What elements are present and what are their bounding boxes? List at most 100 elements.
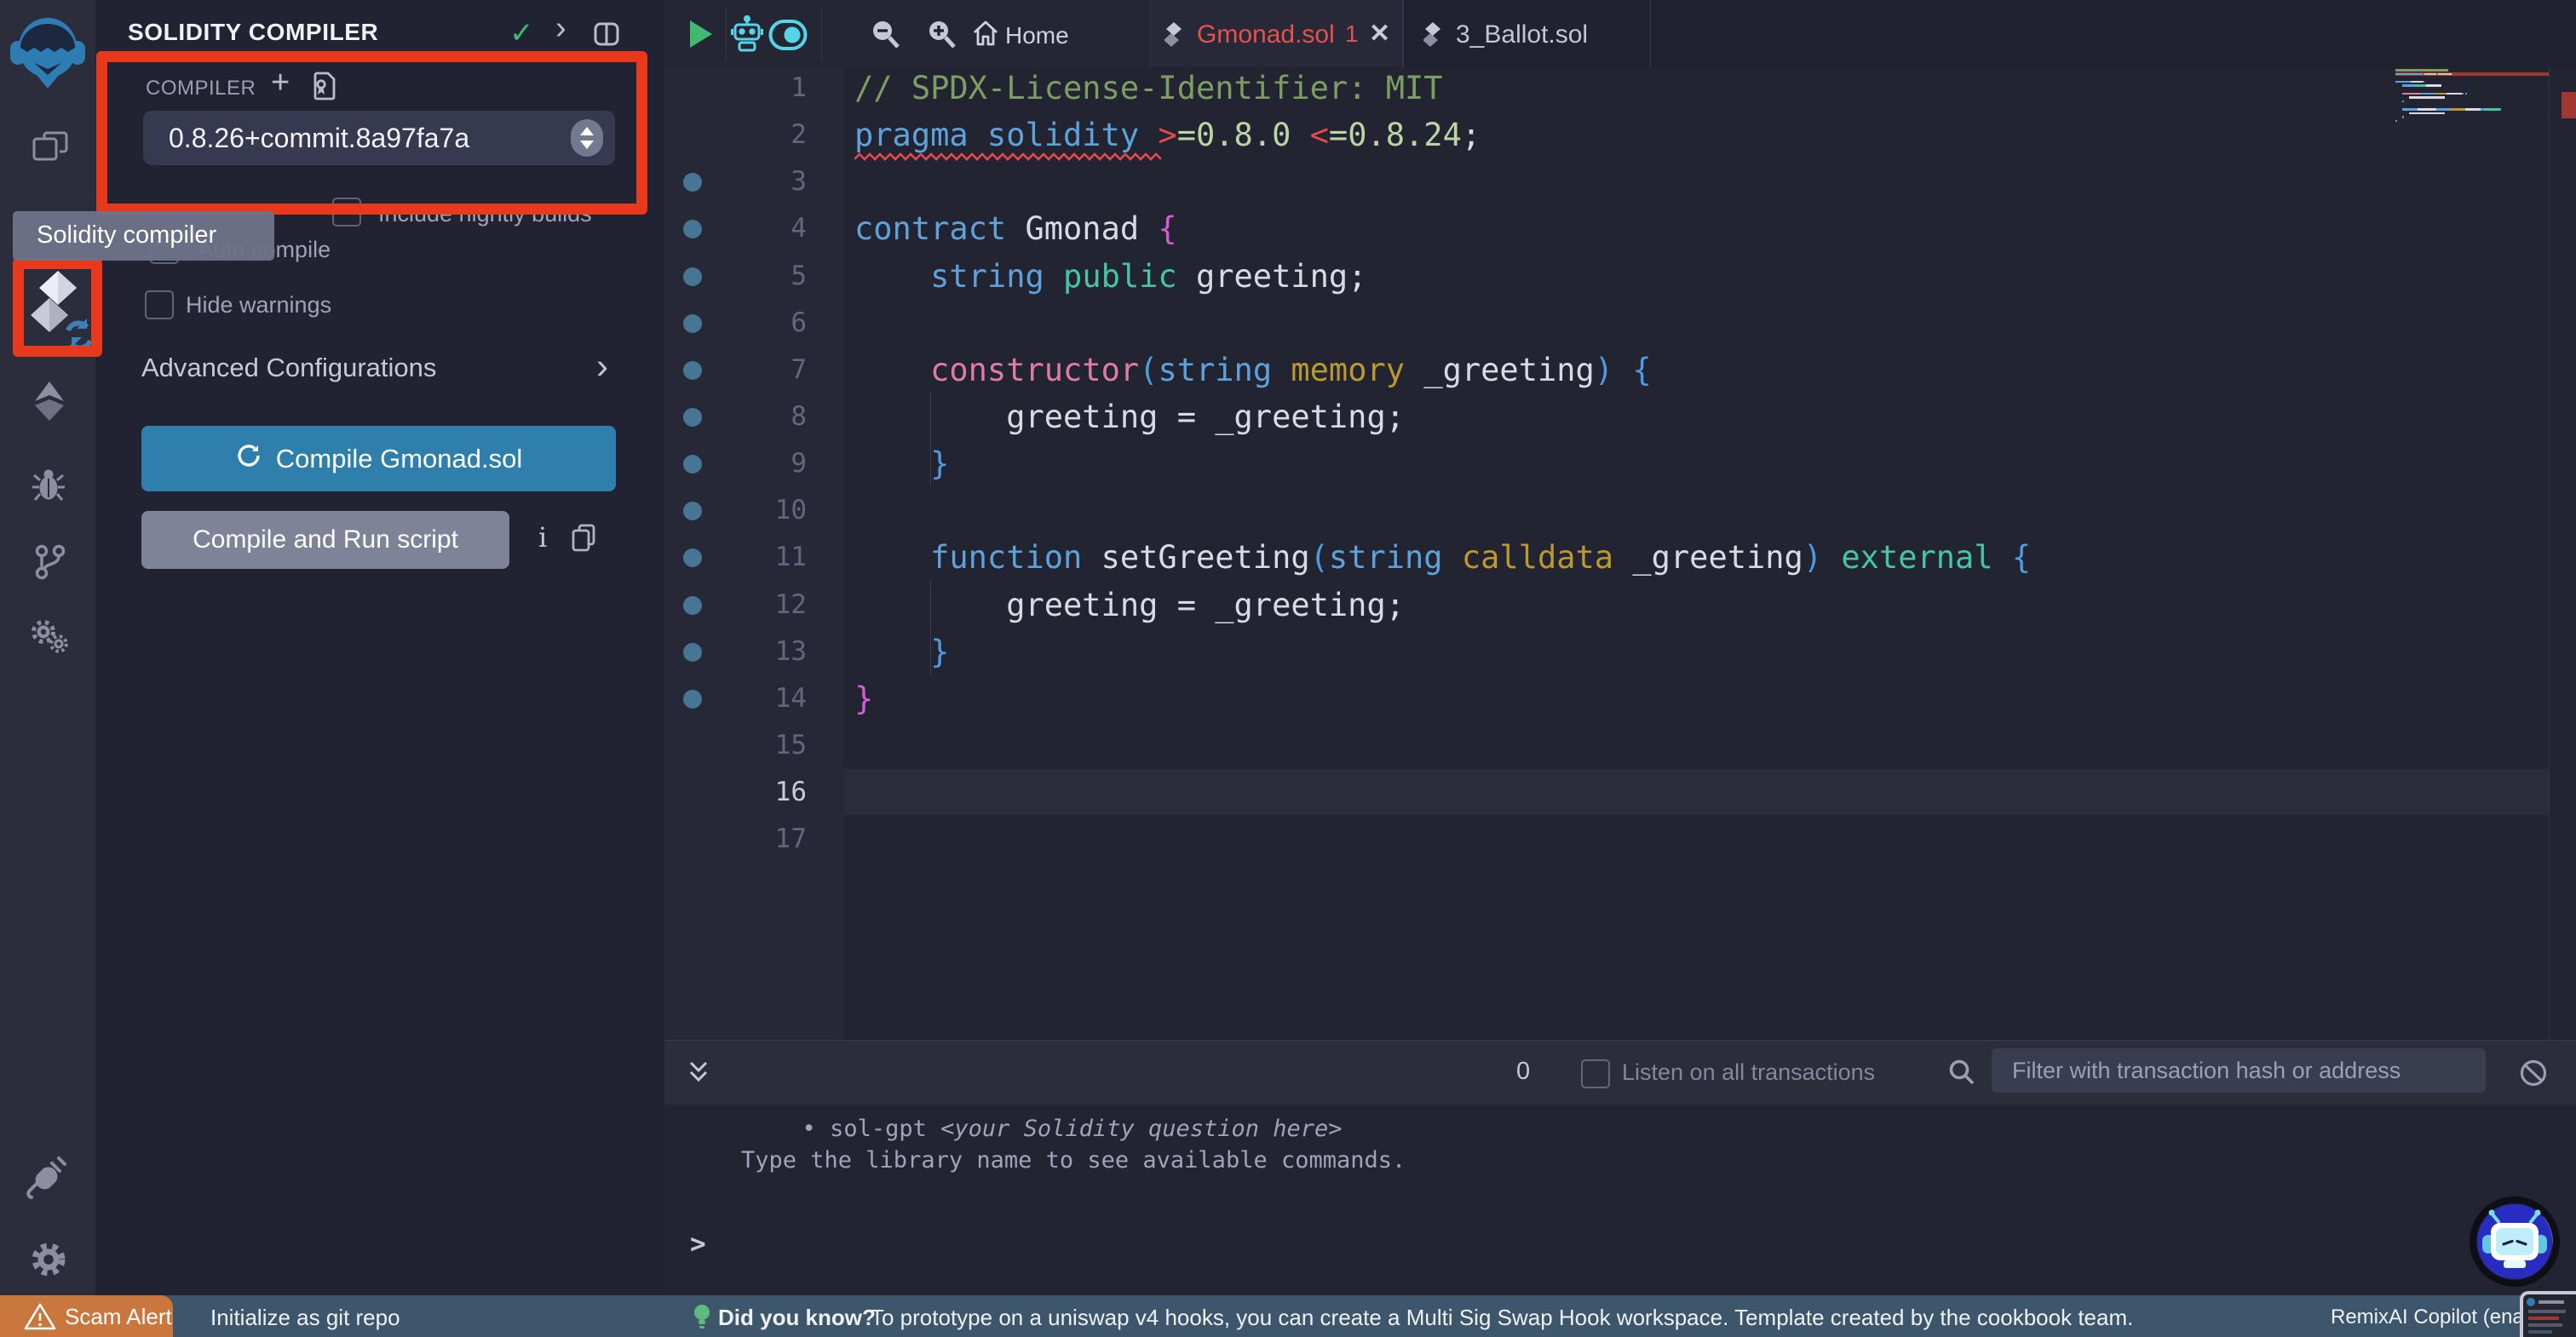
gutter-dot[interactable]: [683, 313, 702, 333]
ai-robot-icon[interactable]: [731, 14, 763, 57]
panel-forward-chevron-icon[interactable]: ›: [555, 12, 566, 44]
select-stepper-icon: [571, 119, 603, 157]
line-number: 1: [791, 72, 807, 103]
code-line: }: [854, 680, 874, 717]
nightly-builds-label: Include nightly builds: [378, 201, 592, 227]
deploy-run-icon[interactable]: [34, 382, 65, 425]
ai-toggle-icon[interactable]: [768, 19, 808, 55]
add-compiler-icon[interactable]: +: [271, 66, 290, 99]
code-line: }: [930, 445, 950, 483]
plug-icon[interactable]: [26, 1156, 66, 1203]
gutter-dot[interactable]: [683, 595, 702, 615]
status-bar: Scam Alert Initialize as git repo Did yo…: [0, 1295, 2576, 1337]
minimap-divider: [2549, 68, 2550, 1040]
terminal-prompt[interactable]: >: [690, 1229, 706, 1260]
compile-and-run-label: Compile and Run script: [193, 525, 458, 554]
tab-label: Gmonad.sol: [1197, 20, 1335, 49]
overview-ruler-error-mark: [2562, 92, 2576, 118]
tip-text: To prototype on a uniswap v4 hooks, you …: [871, 1305, 2134, 1330]
hide-warnings-checkbox[interactable]: [145, 290, 174, 319]
file-explorer-icon[interactable]: [31, 128, 70, 171]
tab-ballot-sol[interactable]: 3_Ballot.sol: [1402, 0, 1651, 67]
line-number: 2: [791, 119, 807, 151]
tab-label: 3_Ballot.sol: [1456, 20, 1589, 49]
compile-button[interactable]: Compile Gmonad.sol: [141, 426, 616, 491]
hide-warnings-label: Hide warnings: [186, 292, 332, 318]
code-line: greeting = _greeting;: [854, 398, 1406, 435]
gutter-dot[interactable]: [683, 407, 702, 427]
git-init-button[interactable]: Initialize as git repo: [210, 1305, 400, 1331]
advanced-configurations-label[interactable]: Advanced Configurations: [141, 353, 436, 383]
transaction-count: 0: [1516, 1058, 1531, 1085]
terminal: • sol-gpt <your Solidity question here> …: [664, 1040, 2576, 1295]
line-number: 15: [774, 729, 807, 760]
info-icon[interactable]: i: [538, 521, 547, 554]
zoom-out-icon[interactable]: [871, 19, 901, 54]
tab-gmonad-sol[interactable]: Gmonad.sol 1 ✕: [1150, 0, 1404, 67]
tooltip-text: Solidity compiler: [37, 221, 217, 249]
compiler-section-label: COMPILER: [146, 77, 256, 100]
remix-ide-window: SOLIDITY COMPILER ✓ › COMPILER + 0.8.26+…: [0, 0, 2576, 1337]
line-number: 16: [774, 777, 807, 808]
split-view-icon[interactable]: [593, 20, 620, 53]
code-line: // SPDX-License-Identifier: MIT: [854, 70, 1443, 106]
code-editor[interactable]: 1 2 3 4 5 6 7 8 9 10 11 12 13 14 15 16 17 // SPDX-Licens…: [664, 68, 2576, 1040]
compile-button-label: Compile Gmonad.sol: [275, 443, 523, 473]
git-branch-icon[interactable]: [34, 543, 66, 585]
remix-ai-assistant-button[interactable]: [2467, 1194, 2562, 1289]
solidity-compiler-panel: SOLIDITY COMPILER ✓ › COMPILER + 0.8.26+…: [95, 0, 664, 1337]
scam-alert-label: Scam Alert: [65, 1304, 172, 1329]
line-number: 17: [774, 823, 807, 855]
advanced-expand-chevron-icon[interactable]: ›: [596, 348, 608, 384]
transaction-filter-input[interactable]: [1992, 1048, 2486, 1093]
gutter-dot[interactable]: [683, 689, 702, 709]
code-line: greeting = _greeting;: [854, 586, 1406, 623]
solidity-file-icon: [1164, 22, 1183, 52]
plugin-manager-icon[interactable]: [29, 619, 70, 659]
search-icon[interactable]: [1947, 1058, 1976, 1091]
sidebar-tooltip: Solidity compiler: [13, 211, 274, 261]
gutter-dot[interactable]: [683, 642, 702, 662]
listen-transactions-checkbox[interactable]: [1581, 1059, 1610, 1088]
warning-triangle-icon: [24, 1302, 56, 1337]
current-line-highlight: [843, 769, 2549, 816]
terminal-toolbar: 0 Listen on all transactions: [664, 1040, 2576, 1105]
scam-alert-button[interactable]: Scam Alert: [0, 1295, 173, 1337]
gutter-dot[interactable]: [683, 360, 702, 380]
compile-success-check-icon: ✓: [509, 17, 534, 49]
compiler-version-value: 0.8.26+commit.8a97fa7a: [169, 123, 470, 153]
editor-topbar: Home Gmonad.sol 1 ✕ 3_Ballot.sol: [664, 0, 2576, 68]
icon-sidebar: [0, 0, 96, 1337]
tab-error-badge: 1: [1345, 20, 1359, 47]
lightbulb-icon: [692, 1303, 712, 1334]
home-icon[interactable]: [971, 19, 1000, 52]
listen-transactions-label: Listen on all transactions: [1622, 1059, 1876, 1085]
solidity-file-icon: [1423, 22, 1442, 52]
debugger-bug-icon[interactable]: [32, 468, 65, 506]
screen-share-thumbnail[interactable]: [2520, 1291, 2576, 1337]
terminal-line-hint: Type the library name to see available c…: [741, 1147, 1406, 1173]
compile-and-run-button[interactable]: Compile and Run script: [141, 511, 509, 569]
solidity-compiler-icon[interactable]: [31, 269, 99, 352]
license-badge-icon[interactable]: [310, 70, 337, 107]
remix-logo-icon[interactable]: [9, 10, 87, 95]
code-line: contract Gmonad {: [854, 210, 1177, 248]
refresh-icon: [235, 442, 262, 476]
nightly-builds-checkbox[interactable]: [332, 198, 361, 227]
gutter-dot[interactable]: [683, 267, 702, 286]
gutter-dot[interactable]: [683, 455, 702, 474]
settings-gear-icon[interactable]: [29, 1240, 68, 1283]
minimap[interactable]: [2395, 68, 2549, 324]
expand-terminal-icon[interactable]: [687, 1059, 710, 1089]
tab-close-icon[interactable]: ✕: [1369, 19, 1390, 49]
panel-title: SOLIDITY COMPILER: [128, 19, 379, 45]
clear-console-ban-icon[interactable]: [2518, 1058, 2549, 1093]
home-tab-label[interactable]: Home: [1005, 22, 1069, 49]
run-script-play-icon[interactable]: [690, 20, 712, 48]
copy-icon[interactable]: [571, 523, 596, 558]
compiler-version-select[interactable]: 0.8.26+commit.8a97fa7a: [143, 111, 615, 165]
error-squiggle: [854, 152, 1162, 161]
zoom-in-icon[interactable]: [927, 19, 957, 54]
did-you-know-label: Did you know?: [718, 1305, 876, 1330]
code-line: }: [930, 633, 950, 670]
